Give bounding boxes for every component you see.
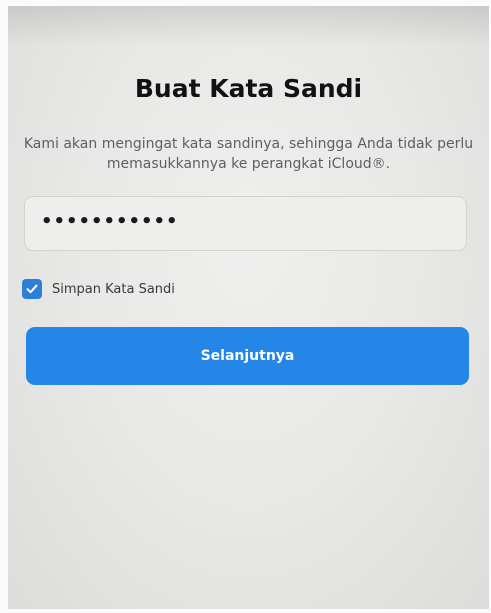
save-password-label: Simpan Kata Sandi <box>52 281 175 297</box>
phone-screen: Buat Kata Sandi Kami akan mengingat kata… <box>8 6 489 609</box>
password-masked-value: ••••••••••• <box>41 211 179 232</box>
next-button[interactable]: Selanjutnya <box>26 327 469 385</box>
checkmark-icon <box>26 284 38 294</box>
save-password-row[interactable]: Simpan Kata Sandi <box>22 278 175 300</box>
photo-frame: Buat Kata Sandi Kami akan mengingat kata… <box>0 0 491 613</box>
password-input[interactable]: ••••••••••• <box>24 196 467 251</box>
page-title: Buat Kata Sandi <box>134 74 363 103</box>
save-password-checkbox[interactable] <box>22 279 42 299</box>
next-button-label: Selanjutnya <box>200 348 295 364</box>
description-text: Kami akan mengingat kata sandinya, sehin… <box>23 136 474 172</box>
